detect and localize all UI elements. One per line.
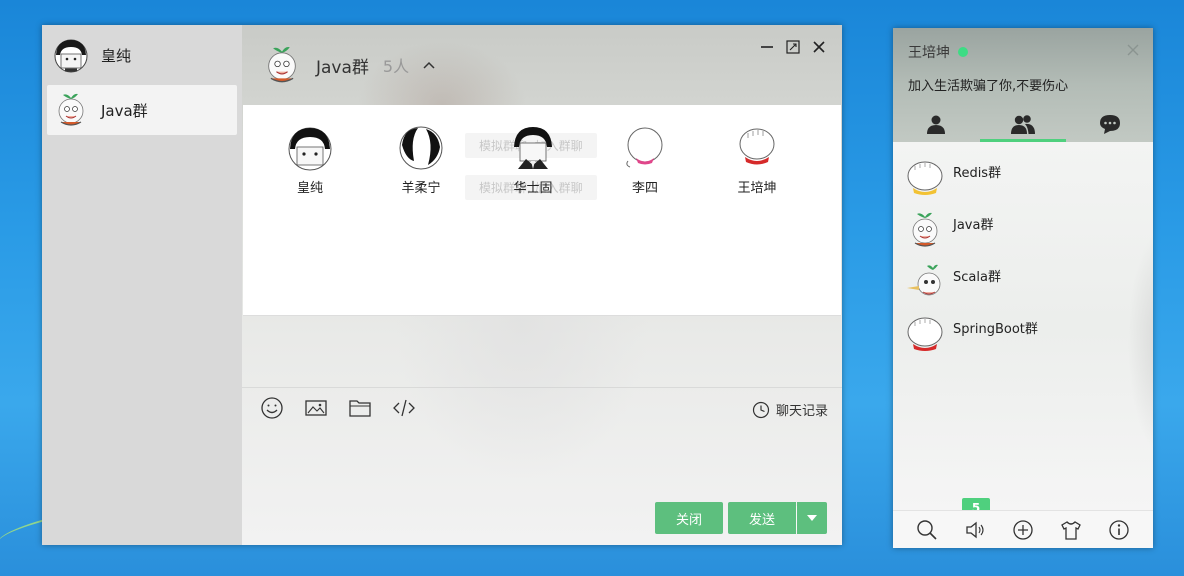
group-item-redis[interactable]: Redis群: [905, 156, 1145, 200]
member-name: 华士固: [513, 181, 553, 196]
main-panel: 王培坤 加入生活欺骗了你,不要伤心 Redis群 Java群 Scala群 Sp…: [893, 28, 1153, 548]
scala-cartoon-avatar-icon: [907, 264, 941, 296]
member-huangchun[interactable]: 皇纯: [275, 125, 345, 196]
image-icon[interactable]: [304, 396, 328, 420]
group-icon: [1011, 115, 1035, 134]
group-item-springboot[interactable]: SpringBoot群: [905, 312, 1145, 356]
minimize-icon: [761, 46, 773, 48]
close-icon[interactable]: [1127, 44, 1139, 56]
chat-list: 皇纯 Java群: [42, 25, 242, 545]
chat-list-item-label: 皇纯: [101, 46, 132, 65]
sprout-cartoon-avatar-icon: [268, 47, 296, 83]
chat-header: Java群 5人: [242, 25, 842, 105]
close-chat-button[interactable]: 关闭: [655, 502, 723, 534]
speaker-icon[interactable]: [964, 519, 986, 541]
person-icon: [927, 115, 945, 134]
minimize-button[interactable]: [760, 39, 774, 53]
tshirt-icon[interactable]: [1060, 519, 1082, 541]
member-yangrouning[interactable]: 羊柔宁: [386, 125, 456, 196]
maximize-button[interactable]: [786, 39, 800, 54]
tab-messages[interactable]: [1067, 106, 1153, 142]
black-hair-avatar-icon: [54, 39, 88, 73]
member-name: 羊柔宁: [401, 181, 441, 196]
user-info: 王培坤: [908, 42, 968, 62]
red-collar-avatar-icon: [907, 317, 943, 351]
clock-icon: [752, 401, 770, 418]
tab-groups[interactable]: [980, 106, 1066, 142]
sprout-cartoon-avatar-icon: [58, 93, 84, 126]
bald-pink-avatar-icon: [626, 127, 663, 168]
chat-list-item-label: Java群: [101, 101, 148, 120]
tab-friends[interactable]: [893, 106, 979, 142]
group-item-scala[interactable]: Scala群: [905, 260, 1145, 304]
main-panel-tabs: [893, 106, 1153, 142]
member-huashigu[interactable]: 华士固: [498, 125, 568, 196]
close-button[interactable]: [812, 39, 826, 53]
member-lisi[interactable]: 李四: [610, 125, 680, 196]
member-wangpeikun[interactable]: 王培坤: [722, 125, 792, 196]
user-name: 王培坤: [908, 45, 950, 61]
button-divider: [796, 506, 797, 530]
search-icon[interactable]: [916, 519, 938, 541]
main-panel-header: 王培坤 加入生活欺骗了你,不要伤心: [893, 28, 1153, 142]
bald-red-avatar-icon: [739, 128, 775, 165]
chat-list-item-huangchun[interactable]: 皇纯: [47, 30, 237, 80]
chat-window: 皇纯 Java群 Java群 5人 模拟群聊, 加入群聊 模拟群聊, 加入群聊 …: [42, 25, 842, 545]
suit-avatar-icon: [514, 127, 552, 169]
black-hair-avatar-icon: [288, 127, 332, 171]
sprout-cartoon-avatar-icon: [912, 212, 938, 247]
send-button[interactable]: 发送: [728, 502, 796, 534]
chat-bubble-icon: [1100, 115, 1120, 134]
group-name: Redis群: [953, 165, 1002, 181]
member-name: 王培坤: [737, 181, 777, 196]
chat-list-item-java-group[interactable]: Java群: [47, 85, 237, 135]
member-name: 皇纯: [296, 181, 323, 196]
group-list: Redis群 Java群 Scala群 SpringBoot群: [893, 142, 1153, 510]
code-icon[interactable]: [392, 396, 416, 420]
chat-main: Java群 5人 模拟群聊, 加入群聊 模拟群聊, 加入群聊 皇纯 羊柔宁 华士…: [242, 25, 842, 545]
group-name: SpringBoot群: [953, 321, 1038, 337]
group-name: Scala群: [953, 269, 1001, 285]
user-signature: 加入生活欺骗了你,不要伤心: [908, 79, 1069, 94]
group-item-java[interactable]: Java群: [905, 208, 1145, 252]
member-count: 5人: [382, 57, 410, 76]
folder-icon[interactable]: [348, 396, 372, 420]
caret-down-icon: [807, 515, 817, 521]
main-panel-footer: [893, 510, 1153, 548]
chevron-up-icon[interactable]: [421, 57, 437, 73]
message-input[interactable]: [242, 425, 842, 500]
emoji-icon[interactable]: [260, 396, 284, 420]
chat-history-button[interactable]: 聊天记录: [752, 400, 828, 419]
chat-title: Java群: [316, 57, 369, 78]
yellow-collar-avatar-icon: [907, 161, 943, 195]
panda-avatar-icon: [399, 126, 443, 170]
chat-history-label: 聊天记录: [775, 404, 828, 419]
add-icon[interactable]: [1012, 519, 1034, 541]
close-icon: [813, 41, 825, 53]
members-panel: 模拟群聊, 加入群聊 模拟群聊, 加入群聊 皇纯 羊柔宁 华士固 李四 王培坤: [243, 105, 841, 316]
info-icon[interactable]: [1108, 519, 1130, 541]
group-name: Java群: [953, 217, 994, 233]
member-name: 李四: [631, 181, 658, 196]
window-controls: [760, 39, 826, 54]
send-options-button[interactable]: [797, 502, 827, 534]
online-status-dot: [958, 47, 968, 57]
maximize-icon: [786, 40, 800, 54]
chat-toolbar: 聊天记录: [242, 387, 842, 426]
